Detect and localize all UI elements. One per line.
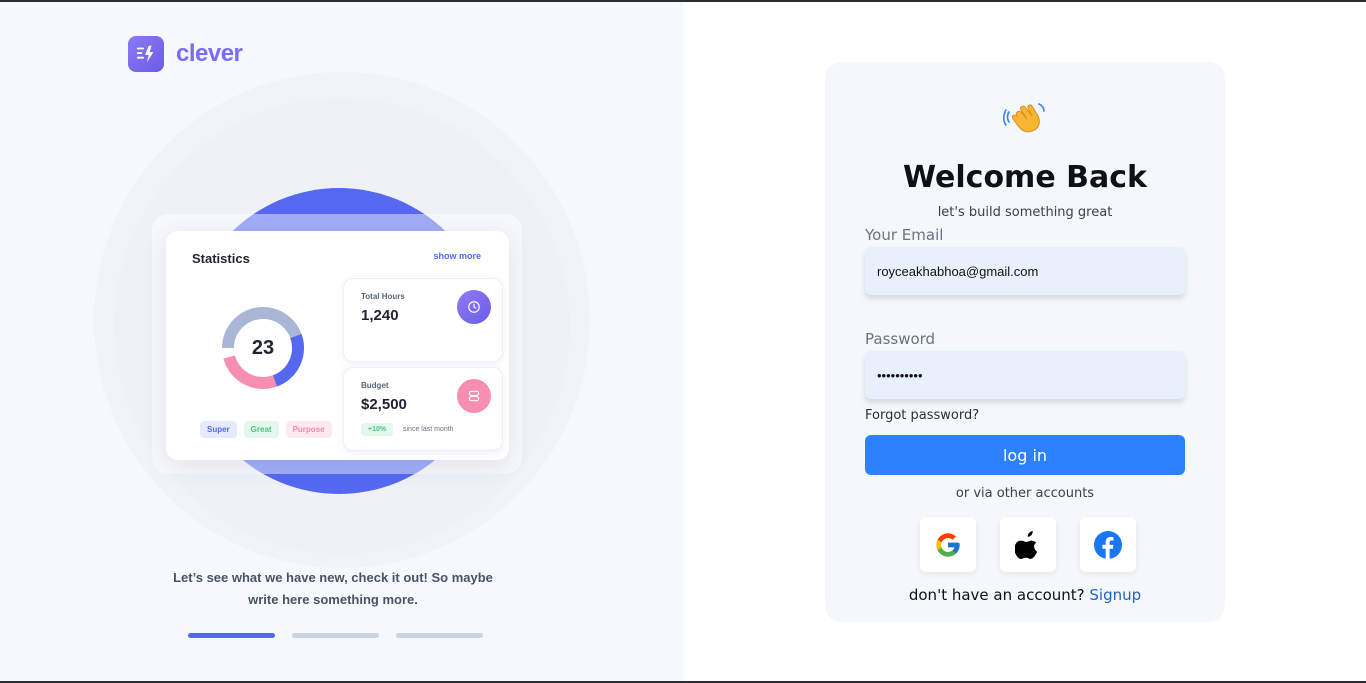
carousel-indicators (188, 633, 483, 638)
forgot-password-link[interactable]: Forgot password? (865, 408, 979, 423)
statistics-card: Statistics show more 23 Super Great Purp… (166, 231, 509, 460)
tag-purpose: Purpose (285, 421, 332, 438)
social-login-buttons (920, 517, 1136, 572)
carousel-caption: Let’s see what we have new, check it out… (173, 570, 493, 607)
login-card: Welcome Back let's build something great… (825, 62, 1225, 622)
welcome-title: Welcome Back (903, 160, 1147, 195)
donut-value: 23 (251, 336, 275, 359)
login-button[interactable]: log in (865, 435, 1185, 475)
tag-super: Super (200, 421, 237, 438)
budget-since: since last month (403, 426, 454, 433)
tag-list: Super Great Purpose (200, 421, 332, 438)
budget-value: $2,500 (361, 396, 407, 413)
facebook-icon (1094, 530, 1122, 559)
signup-row: don't have an account? Signup (825, 586, 1225, 604)
budget-badge: +10% (361, 423, 394, 436)
total-hours-value: 1,240 (361, 307, 399, 324)
signup-link[interactable]: Signup (1089, 586, 1141, 604)
bolt-icon (128, 36, 164, 72)
email-label: Your Email (865, 226, 944, 244)
total-hours-card: Total Hours 1,240 (343, 278, 503, 362)
apple-login-button[interactable] (1000, 517, 1056, 572)
no-account-text: don't have an account? (908, 586, 1085, 604)
welcome-subtitle: let's build something great (937, 205, 1113, 220)
total-hours-label: Total Hours (361, 292, 405, 301)
clock-icon (457, 290, 491, 324)
carousel-dot-3[interactable] (396, 633, 483, 638)
apple-icon (1015, 530, 1038, 559)
google-icon (936, 532, 960, 557)
tag-great: Great (243, 421, 279, 438)
show-more-link: show more (433, 251, 481, 261)
social-login-label: or via other accounts (955, 486, 1095, 501)
carousel-dot-1[interactable] (188, 633, 275, 638)
password-label: Password (865, 330, 936, 348)
google-login-button[interactable] (920, 517, 976, 572)
budget-card: Budget $2,500 +10% since last month (343, 367, 503, 451)
email-field[interactable] (865, 247, 1185, 295)
right-panel: Welcome Back let's build something great… (683, 2, 1366, 681)
waving-hand-icon (1003, 103, 1045, 133)
budget-label: Budget (361, 381, 389, 390)
left-panel: clever Statistics show more 23 Super Gre… (0, 2, 683, 681)
carousel-dot-2[interactable] (292, 633, 379, 638)
statistics-title: Statistics (192, 251, 250, 266)
brand[interactable]: clever (128, 36, 243, 72)
toggle-icon (457, 379, 491, 413)
password-field[interactable] (865, 351, 1185, 399)
brand-name: clever (176, 40, 243, 67)
facebook-login-button[interactable] (1080, 517, 1136, 572)
